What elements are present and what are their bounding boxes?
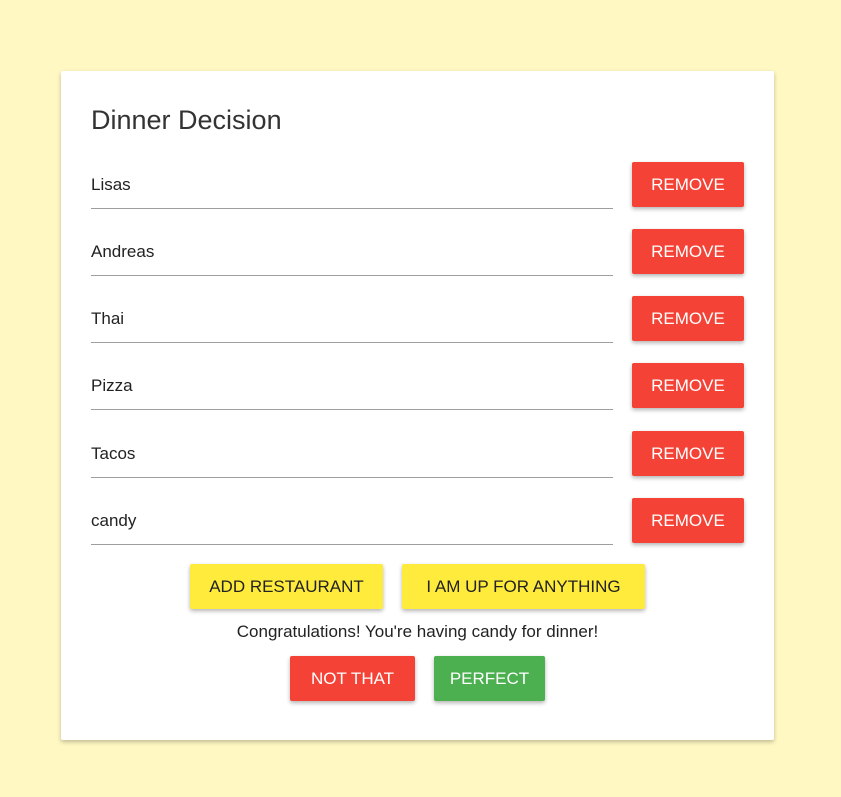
restaurant-row: Remove <box>91 363 744 410</box>
restaurant-row: Remove <box>91 498 744 545</box>
remove-button[interactable]: Remove <box>632 296 744 341</box>
up-for-anything-button[interactable]: I am up for anything <box>402 564 645 609</box>
restaurant-name-input[interactable] <box>91 363 613 410</box>
restaurant-name-input[interactable] <box>91 229 613 276</box>
restaurant-name-input[interactable] <box>91 296 613 343</box>
remove-button[interactable]: Remove <box>632 162 744 207</box>
page-title: Dinner Decision <box>91 105 282 135</box>
restaurant-name-input[interactable] <box>91 498 613 545</box>
restaurant-row: Remove <box>91 162 744 209</box>
restaurant-name-input[interactable] <box>91 431 613 478</box>
remove-button[interactable]: Remove <box>632 431 744 476</box>
remove-button[interactable]: Remove <box>632 229 744 274</box>
restaurant-row: Remove <box>91 296 744 343</box>
restaurant-row: Remove <box>91 229 744 276</box>
remove-button[interactable]: Remove <box>632 498 744 543</box>
add-restaurant-button[interactable]: Add Restaurant <box>190 564 383 609</box>
result-message: Congratulations! You're having candy for… <box>236 622 599 641</box>
remove-button[interactable]: Remove <box>632 363 744 408</box>
not-that-button[interactable]: Not that <box>290 656 415 701</box>
perfect-button[interactable]: Perfect <box>434 656 545 701</box>
restaurant-name-input[interactable] <box>91 162 613 209</box>
dinner-decision-card: Dinner Decision Remove Remove Remove Rem… <box>61 71 774 740</box>
restaurant-row: Remove <box>91 431 744 478</box>
